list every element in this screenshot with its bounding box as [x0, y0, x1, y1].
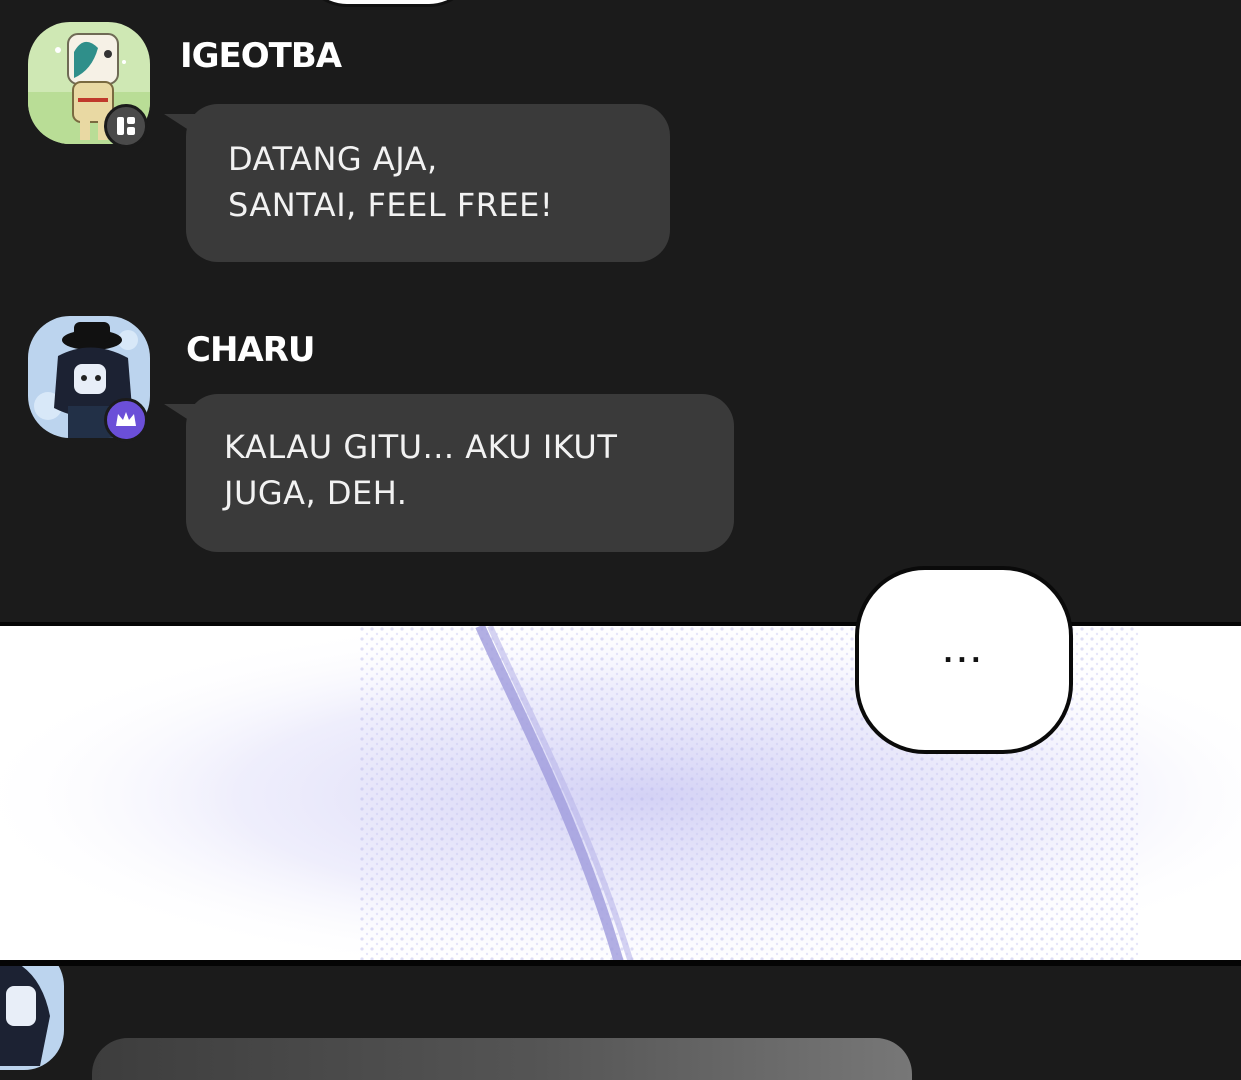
chat-panel: IGEOTBA DATANG AJA, SANTAI, FEEL FREE! C… — [0, 0, 1241, 622]
message-line: JUGA, DEH. — [224, 474, 408, 512]
sender-name: CHARU — [186, 330, 316, 370]
message-bubble: DATANG AJA, SANTAI, FEEL FREE! — [164, 104, 670, 262]
message-line: DATANG AJA, — [228, 140, 438, 178]
message-line: KALAU GITU... AKU IKUT — [224, 428, 618, 466]
crown-badge-icon — [104, 398, 148, 442]
avatar-charu[interactable] — [0, 966, 64, 1070]
grid-badge-icon — [104, 104, 148, 148]
chat-panel-bottom — [0, 966, 1241, 1080]
bubble-tail — [164, 114, 198, 136]
speech-bubble-edge — [300, 0, 476, 7]
message-bubble: KALAU GITU... AKU IKUT JUGA, DEH. — [164, 394, 734, 552]
chibi-avatar-image — [0, 966, 64, 1070]
message-bubble — [92, 1038, 912, 1080]
message-line: SANTAI, FEEL FREE! — [228, 186, 554, 224]
speech-bubble: ... — [855, 566, 1073, 754]
sender-name: IGEOTBA — [180, 36, 342, 76]
speech-text: ... — [943, 639, 985, 669]
bubble-tail — [164, 404, 198, 426]
